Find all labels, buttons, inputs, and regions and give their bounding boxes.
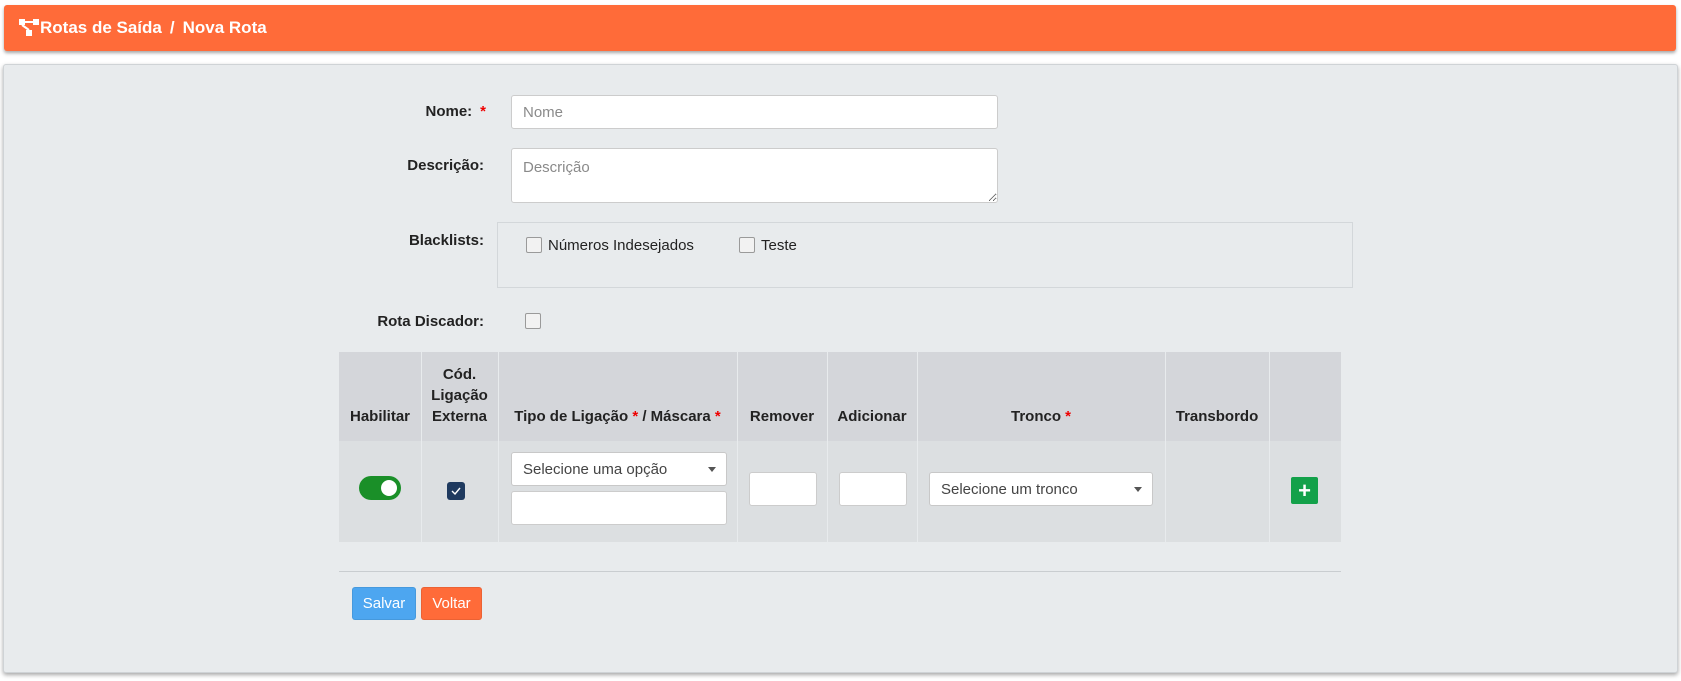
th-cod-ligacao-externa: Cód. Ligação Externa: [421, 364, 498, 427]
tipo-ligacao-select[interactable]: Selecione uma opção: [511, 452, 727, 486]
tronco-select-value: Selecione um tronco: [941, 480, 1078, 498]
blacklists-box: [497, 222, 1353, 288]
breadcrumb-separator: /: [169, 18, 175, 37]
habilitar-toggle[interactable]: [359, 476, 401, 500]
blacklists-label: Blacklists:: [408, 232, 484, 249]
th-cod-line1: Cód.: [442, 366, 477, 383]
th-adicionar: Adicionar: [837, 408, 907, 425]
rota-discador-checkbox[interactable]: [525, 313, 541, 329]
checkmark-icon: [451, 487, 461, 495]
breadcrumb-root[interactable]: Rotas de Saída: [40, 18, 162, 38]
th-cod-line3: Externa: [431, 408, 488, 425]
cod-externa-checkbox[interactable]: [447, 482, 465, 500]
required-mark: *: [1065, 408, 1072, 425]
toggle-knob: [381, 480, 397, 496]
th-tipo-text: Tipo de Ligação: [514, 408, 629, 425]
nome-label-text: Nome:: [425, 103, 473, 120]
tronco-select[interactable]: Selecione um tronco: [929, 472, 1153, 506]
blacklist-label-numeros-indesejados: Números Indesejados: [548, 237, 694, 254]
descricao-textarea[interactable]: [511, 148, 998, 203]
th-habilitar: Habilitar: [349, 408, 410, 425]
required-mark: *: [480, 103, 486, 120]
nome-label: Nome: *: [300, 103, 486, 120]
required-mark: *: [714, 408, 721, 425]
nome-input[interactable]: [511, 95, 998, 129]
blacklist-checkbox-numeros-indesejados[interactable]: [526, 237, 542, 253]
rota-discador-label: Rota Discador:: [377, 313, 484, 330]
th-tipo-mascara: Tipo de Ligação * / Máscara *: [498, 406, 737, 427]
th-tronco: Tronco *: [917, 406, 1165, 427]
th-tronco-text: Tronco: [1010, 408, 1061, 425]
chevron-down-icon: [708, 467, 716, 472]
blacklist-checkbox-teste[interactable]: [739, 237, 755, 253]
routes-table: Habilitar Cód. Ligação Externa Tipo de L…: [339, 352, 1341, 542]
th-mascara-text: / Máscara: [638, 408, 711, 425]
chevron-down-icon: [1134, 487, 1142, 492]
page-header: Rotas de Saída / Nova Rota: [4, 5, 1676, 51]
divider: [339, 571, 1341, 572]
add-row-button[interactable]: +: [1291, 477, 1318, 504]
th-remover: Remover: [749, 408, 815, 425]
save-button[interactable]: Salvar: [352, 587, 416, 620]
th-cod-line2: Ligação: [431, 387, 488, 404]
adicionar-input[interactable]: [839, 472, 907, 506]
tipo-ligacao-select-value: Selecione uma opção: [523, 460, 668, 478]
descricao-label: Descrição:: [407, 157, 484, 174]
back-button[interactable]: Voltar: [421, 587, 482, 620]
breadcrumb-current: Nova Rota: [182, 18, 267, 37]
sitemap-icon: [18, 17, 40, 39]
blacklist-label-teste: Teste: [761, 237, 797, 254]
remover-input[interactable]: [749, 472, 817, 506]
th-transbordo: Transbordo: [1175, 408, 1259, 425]
mascara-input[interactable]: [511, 491, 727, 525]
